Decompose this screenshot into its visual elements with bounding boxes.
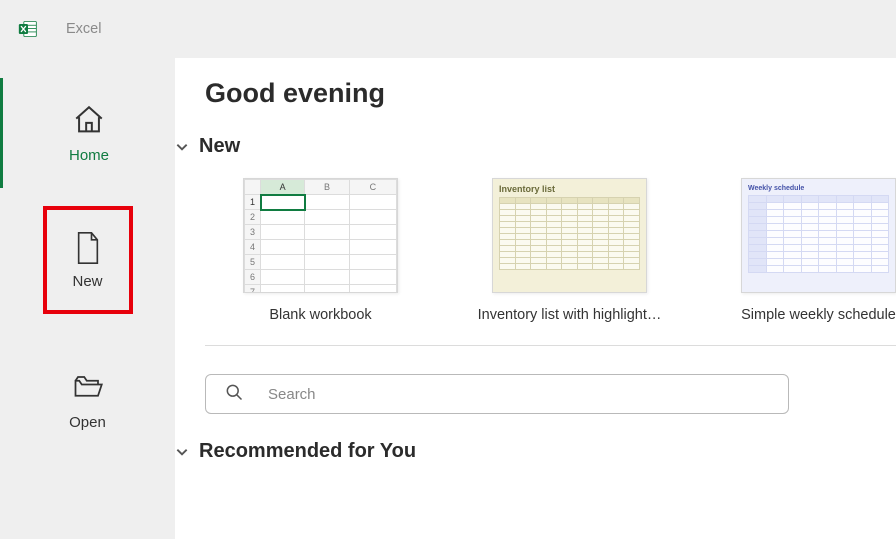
template-row: ABC 1 2 3 4 5 6 7 Blank workbook Invento… [205, 178, 896, 346]
search-box[interactable] [205, 374, 789, 414]
section-new-label: New [199, 135, 240, 158]
excel-logo-icon [18, 19, 38, 39]
sidebar: Home New Open [0, 58, 175, 539]
search-icon [224, 382, 244, 407]
nav-new-label: New [72, 273, 102, 290]
folder-open-icon [71, 370, 105, 404]
nav-open-label: Open [69, 414, 106, 431]
chevron-down-icon [175, 445, 189, 459]
section-recommended-toggle[interactable]: Recommended for You [205, 440, 896, 463]
template-name: Inventory list with highlight… [478, 307, 662, 323]
nav-home-label: Home [69, 147, 109, 164]
nav-open[interactable]: Open [0, 370, 175, 431]
home-icon [72, 103, 106, 137]
search-input[interactable] [268, 386, 770, 403]
section-new-toggle[interactable]: New [205, 135, 896, 158]
main-panel: Good evening New ABC 1 2 3 4 5 [175, 58, 896, 539]
chevron-down-icon [175, 140, 189, 154]
template-thumbnail: Inventory list [492, 178, 647, 293]
template-thumbnail: ABC 1 2 3 4 5 6 7 [243, 178, 398, 293]
nav-home[interactable]: Home [0, 78, 175, 188]
template-name: Simple weekly schedule [741, 307, 896, 323]
title-bar: Excel [0, 0, 896, 58]
app-title: Excel [66, 21, 101, 37]
template-thumbnail: Weekly schedule [741, 178, 896, 293]
template-name: Blank workbook [269, 307, 371, 323]
greeting-heading: Good evening [205, 78, 896, 109]
template-blank-workbook[interactable]: ABC 1 2 3 4 5 6 7 Blank workbook [243, 178, 398, 323]
new-document-icon [71, 231, 105, 265]
section-recommended-label: Recommended for You [199, 440, 416, 463]
template-inventory-list[interactable]: Inventory list [473, 178, 666, 323]
template-weekly-schedule[interactable]: Weekly schedule Si [741, 178, 896, 323]
nav-new[interactable]: New [43, 206, 133, 314]
